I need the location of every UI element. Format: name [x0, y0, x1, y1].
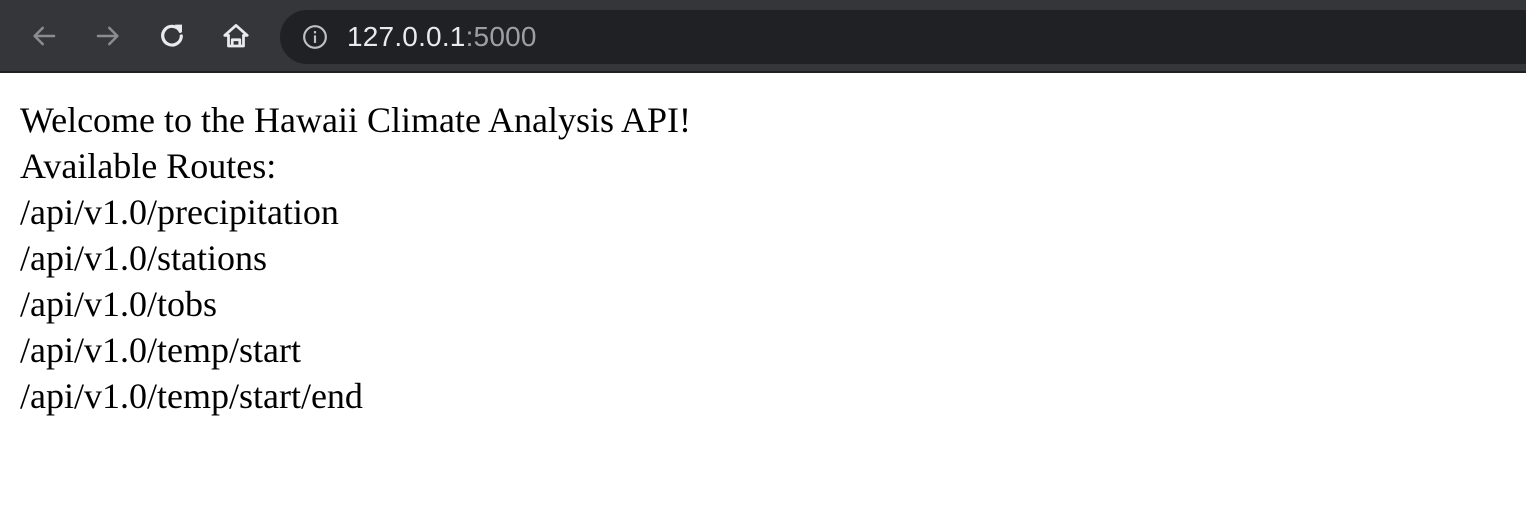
- reload-button[interactable]: [150, 14, 194, 58]
- forward-button[interactable]: [86, 14, 130, 58]
- url-port: :5000: [465, 21, 537, 52]
- routes-heading: Available Routes:: [20, 146, 277, 186]
- route-item: /api/v1.0/precipitation: [20, 192, 339, 232]
- arrow-right-icon: [96, 26, 119, 46]
- address-bar[interactable]: 127.0.0.1:5000: [280, 10, 1526, 64]
- route-item: /api/v1.0/temp/start/end: [20, 376, 363, 416]
- page-content: Welcome to the Hawaii Climate Analysis A…: [0, 73, 1526, 419]
- url-text[interactable]: 127.0.0.1:5000: [347, 10, 537, 64]
- arrow-left-icon: [33, 26, 56, 46]
- welcome-text: Welcome to the Hawaii Climate Analysis A…: [20, 100, 691, 140]
- info-icon[interactable]: [302, 24, 328, 50]
- route-item: /api/v1.0/tobs: [20, 284, 217, 324]
- home-icon: [223, 24, 249, 48]
- browser-toolbar: 127.0.0.1:5000: [0, 0, 1526, 73]
- home-button[interactable]: [214, 14, 258, 58]
- back-button[interactable]: [22, 14, 66, 58]
- reload-icon: [161, 24, 183, 47]
- route-item: /api/v1.0/stations: [20, 238, 267, 278]
- route-item: /api/v1.0/temp/start: [20, 330, 301, 370]
- url-host: 127.0.0.1: [347, 21, 466, 52]
